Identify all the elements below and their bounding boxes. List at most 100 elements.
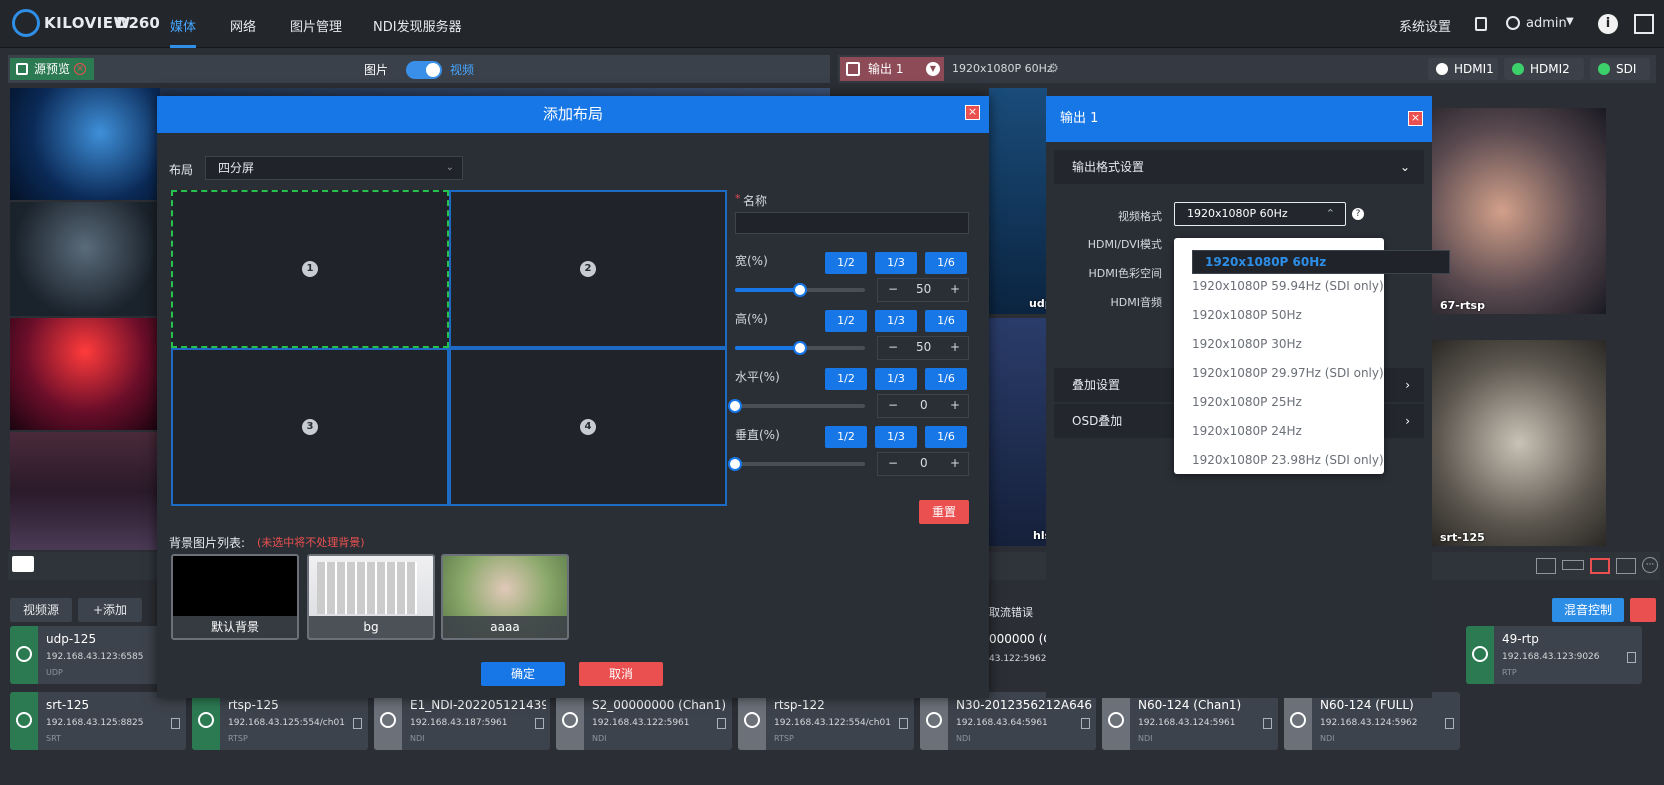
width-label: 宽(%) xyxy=(735,254,768,268)
format-option[interactable]: 1920x1080P 25Hz xyxy=(1192,395,1302,409)
output-sdi[interactable]: SDI xyxy=(1590,58,1650,80)
output-hdmi2[interactable]: HDMI2 xyxy=(1504,58,1584,80)
top-nav: KILOVIEW D260 媒体 网络 图片管理 NDI发现服务器 系统设置 a… xyxy=(0,0,1664,48)
preview-tile[interactable]: srt-125 xyxy=(1432,340,1606,546)
vertical-half-button[interactable]: 1/2 xyxy=(825,426,867,448)
format-option[interactable]: 1920x1080P 29.97Hz (SDI only) xyxy=(1192,366,1384,380)
output-selector[interactable]: 输出 1 ▼ xyxy=(840,57,944,81)
document-icon[interactable] xyxy=(1475,17,1487,31)
output-format-section[interactable]: 输出格式设置 ⌄ xyxy=(1054,150,1424,184)
help-icon[interactable]: ? xyxy=(1352,208,1364,220)
horizontal-stepper[interactable]: −0 + xyxy=(877,394,969,418)
vertical-slider[interactable] xyxy=(728,457,865,471)
format-option[interactable]: 1920x1080P 23.98Hz (SDI only) xyxy=(1192,453,1384,467)
audio-mix-label: 混音控制 xyxy=(1563,603,1612,617)
format-option[interactable]: 1920x1080P 24Hz xyxy=(1192,424,1302,438)
layout-cell-2[interactable]: 2 xyxy=(449,190,727,348)
confirm-button[interactable]: 确定 xyxy=(481,662,565,686)
preview-tile[interactable] xyxy=(10,202,160,316)
nav-active-indicator xyxy=(170,45,196,48)
source-card[interactable]: N60-124 (Chan1) 192.168.43.124:5961 NDI xyxy=(1102,692,1278,750)
hdmi-dvi-label: HDMI/DVI模式 xyxy=(1087,238,1162,251)
format-option[interactable]: 1920x1080P 59.94Hz (SDI only) xyxy=(1192,279,1384,293)
source-card[interactable]: S2_00000000 (Chan1) 192.168.43.122:5961 ND… xyxy=(556,692,732,750)
layout-pip-icon[interactable] xyxy=(1616,558,1636,574)
height-stepper[interactable]: −50 + xyxy=(877,336,969,360)
chevron-down-icon[interactable]: ▼ xyxy=(926,62,940,76)
source-card[interactable]: srt-125 192.168.43.125:8825 SRT xyxy=(10,692,186,750)
close-icon[interactable]: × xyxy=(1408,111,1423,126)
source-card[interactable]: 49-rtp 192.168.43.123:9026 RTP xyxy=(1466,626,1642,684)
width-half-button[interactable]: 1/2 xyxy=(825,252,867,274)
more-icon[interactable]: ··· xyxy=(1642,557,1658,573)
source-card[interactable]: E1_NDI-202205121439... 192.168.43.187:596… xyxy=(374,692,550,750)
preview-tile[interactable] xyxy=(10,318,160,430)
nav-images[interactable]: 图片管理 xyxy=(290,16,342,35)
info-icon[interactable]: i xyxy=(1598,14,1618,34)
layout-cell-3[interactable]: 3 xyxy=(171,348,449,506)
video-format-select[interactable]: 1920x1080P 60Hz ⌃ xyxy=(1174,202,1346,226)
source-card[interactable]: N60-124 (FULL) 192.168.43.124:5962 NDI xyxy=(1284,692,1460,750)
fullscreen-icon[interactable] xyxy=(1634,14,1654,34)
gear-icon[interactable]: ⚙ xyxy=(1048,61,1059,75)
preview-tile[interactable]: 67-rtsp xyxy=(1432,108,1606,314)
nav-network[interactable]: 网络 xyxy=(230,16,256,35)
bg-thumb-bg[interactable]: bg xyxy=(307,554,435,640)
format-option[interactable]: 1920x1080P 60Hz xyxy=(1192,250,1450,274)
preview-tile[interactable]: udp xyxy=(989,88,1047,314)
height-third-button[interactable]: 1/3 xyxy=(875,310,917,332)
video-sources-button[interactable]: 视频源 xyxy=(10,598,72,622)
preview-tile[interactable] xyxy=(10,432,160,550)
nav-media[interactable]: 媒体 xyxy=(170,16,196,35)
layout-select[interactable]: 四分屏 ⌄ xyxy=(205,156,463,180)
chevron-down-icon[interactable]: ▼ xyxy=(1566,16,1574,27)
name-input[interactable] xyxy=(735,212,969,234)
source-preview-label: 源预览 xyxy=(34,62,71,76)
width-stepper[interactable]: −50 + xyxy=(877,278,969,302)
system-settings-link[interactable]: 系统设置 xyxy=(1399,16,1451,35)
source-card[interactable]: rtsp-125 192.168.43.125:554/ch01 RTSP xyxy=(192,692,368,750)
width-sixth-button[interactable]: 1/6 xyxy=(925,252,967,274)
format-option[interactable]: 1920x1080P 50Hz xyxy=(1192,308,1302,322)
cancel-button[interactable]: 取消 xyxy=(579,662,663,686)
horizontal-third-button[interactable]: 1/3 xyxy=(875,368,917,390)
vertical-label: 垂直(%) xyxy=(735,428,780,442)
output-hdmi1[interactable]: HDMI1 xyxy=(1428,58,1498,80)
height-slider[interactable] xyxy=(735,341,865,355)
horizontal-half-button[interactable]: 1/2 xyxy=(825,368,867,390)
layout-cell-1[interactable]: 1 xyxy=(171,190,449,348)
source-preview-tag: 源预览 × xyxy=(10,58,94,80)
source-card[interactable]: N30-2012356212A6466...192.168.43.64:5961… xyxy=(920,692,1096,750)
close-icon[interactable]: × xyxy=(74,63,86,75)
vertical-stepper[interactable]: −0 + xyxy=(877,452,969,476)
user-menu[interactable]: admin xyxy=(1526,16,1567,31)
eye-icon[interactable] xyxy=(12,556,34,572)
layout-dual-icon[interactable] xyxy=(1562,560,1584,570)
bg-thumb-aaaa[interactable]: aaaa xyxy=(441,554,569,640)
layout-single-icon[interactable] xyxy=(1536,558,1556,574)
vertical-third-button[interactable]: 1/3 xyxy=(875,426,917,448)
width-third-button[interactable]: 1/3 xyxy=(875,252,917,274)
reset-button[interactable]: 重置 xyxy=(919,500,969,524)
logo-icon xyxy=(12,9,40,37)
bg-thumb-default[interactable]: 默认背景 xyxy=(171,554,299,640)
layout-quad-icon[interactable] xyxy=(1590,558,1610,574)
close-icon[interactable]: × xyxy=(965,105,980,120)
bg-list-note: (未选中将不处理背景) xyxy=(257,536,365,549)
vertical-sixth-button[interactable]: 1/6 xyxy=(925,426,967,448)
height-sixth-button[interactable]: 1/6 xyxy=(925,310,967,332)
height-half-button[interactable]: 1/2 xyxy=(825,310,867,332)
add-source-button[interactable]: +添加 xyxy=(78,598,142,622)
export-icon[interactable] xyxy=(1630,598,1656,622)
width-slider[interactable] xyxy=(735,283,865,297)
image-video-toggle[interactable] xyxy=(406,61,442,79)
preview-tile[interactable] xyxy=(10,88,160,200)
nav-ndi-discovery[interactable]: NDI发现服务器 xyxy=(373,16,462,35)
audio-mix-button[interactable]: 混音控制 xyxy=(1552,598,1624,622)
horizontal-sixth-button[interactable]: 1/6 xyxy=(925,368,967,390)
source-card[interactable]: rtsp-122 192.168.43.122:554/ch01 RTSP xyxy=(738,692,914,750)
layout-cell-4[interactable]: 4 xyxy=(449,348,727,506)
preview-tile[interactable]: hls xyxy=(989,318,1047,546)
horizontal-slider[interactable] xyxy=(728,399,865,413)
format-option[interactable]: 1920x1080P 30Hz xyxy=(1192,337,1302,351)
